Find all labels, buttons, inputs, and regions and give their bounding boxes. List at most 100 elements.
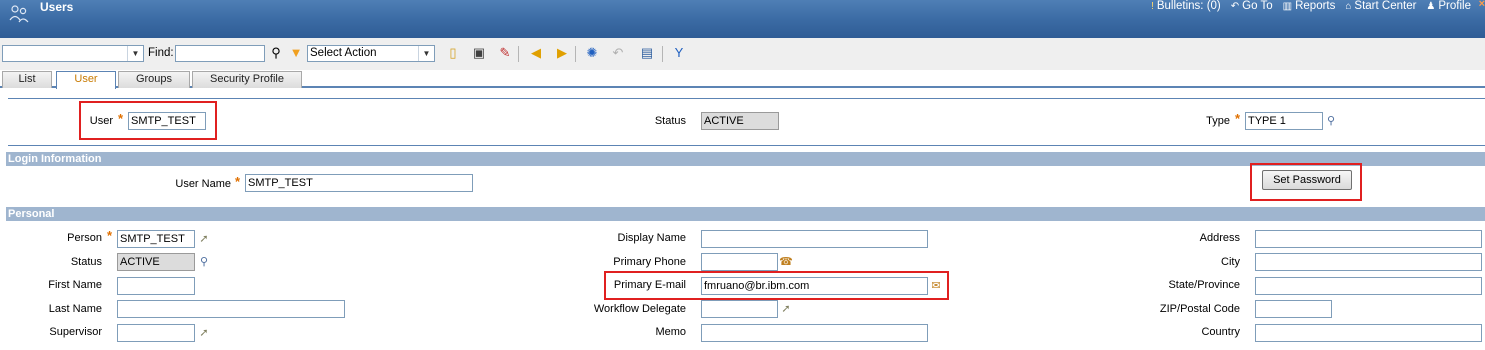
set-password-button[interactable]: Set Password [1262, 170, 1352, 190]
country-input[interactable] [1255, 324, 1482, 342]
country-label: Country [1201, 326, 1240, 338]
displayname-label: Display Name [617, 232, 686, 244]
firstname-label: First Name [48, 279, 102, 291]
personal-status-value: ACTIVE [117, 253, 195, 271]
firstname-input[interactable] [117, 277, 195, 295]
toolbar-divider [575, 46, 576, 62]
reports-label: Reports [1295, 0, 1336, 12]
bulletin-icon: ! [1151, 0, 1154, 12]
type-label: Type [1206, 115, 1230, 127]
duplicate-icon[interactable]: ▤ [638, 44, 656, 62]
user-label: User [89, 115, 113, 127]
phone-input[interactable] [701, 253, 778, 271]
new-record-icon[interactable]: ▯ [444, 44, 462, 62]
clear-changes-icon[interactable]: ✎ [496, 44, 514, 62]
divider [8, 145, 1485, 146]
personal-status-label: Status [70, 256, 102, 268]
toolbar-divider [662, 46, 663, 62]
select-action-dropdown[interactable]: Select Action ▼ [307, 45, 435, 62]
supervisor-label: Supervisor [49, 326, 102, 338]
delegate-input[interactable] [701, 300, 778, 318]
reports-icon: ▥ [1282, 0, 1293, 12]
detail-menu-icon[interactable]: ➚ [197, 326, 211, 340]
chevron-down-icon[interactable]: ▼ [127, 46, 143, 61]
tab-user[interactable]: User [56, 71, 116, 89]
detail-menu-icon[interactable]: ➚ [779, 302, 793, 316]
page-title: Users [40, 0, 74, 14]
users-app-icon [9, 5, 29, 23]
change-status-icon[interactable]: ✺ [583, 44, 601, 62]
required-marker: * [1235, 111, 1241, 126]
bulletins-link[interactable]: ! Bulletins: (0) [1151, 0, 1221, 12]
corner-close-icon[interactable]: × [1479, 0, 1485, 10]
start-center-label: Start Center [1354, 0, 1417, 12]
profile-label: Profile [1438, 0, 1471, 12]
tab-list[interactable]: List [2, 71, 52, 88]
email-input[interactable]: fmruano@br.ibm.com [701, 277, 928, 295]
binoculars-icon[interactable]: ⚲ [267, 44, 285, 62]
required-marker: * [118, 111, 124, 126]
email-lookup-icon[interactable]: ✉ [929, 279, 943, 293]
state-label: State/Province [1168, 279, 1240, 291]
displayname-input[interactable] [701, 230, 928, 248]
person-label: Person [67, 232, 102, 244]
chevron-down-icon[interactable]: ▼ [418, 46, 434, 61]
bulletins-label: Bulletins: (0) [1156, 0, 1221, 12]
top-navigation: ! Bulletins: (0) ↶ Go To ▥ Reports ⌂ Start C… [1151, 0, 1471, 12]
find-label: Find: [148, 47, 174, 59]
zip-label: ZIP/Postal Code [1159, 303, 1240, 315]
city-input[interactable] [1255, 253, 1482, 271]
workflow-icon[interactable]: Y [670, 44, 688, 62]
username-label: User Name [175, 178, 231, 190]
previous-record-icon[interactable]: ◀ [527, 44, 545, 62]
find-input[interactable] [175, 45, 265, 62]
username-input[interactable]: SMTP_TEST [245, 174, 473, 192]
home-icon: ⌂ [1345, 0, 1352, 12]
next-record-icon[interactable]: ▶ [553, 44, 571, 62]
required-marker: * [107, 228, 113, 243]
goto-icon: ↶ [1230, 0, 1240, 12]
start-center-link[interactable]: ⌂ Start Center [1345, 0, 1416, 12]
lastname-input[interactable] [117, 300, 345, 318]
profile-link[interactable]: ♟ Profile [1426, 0, 1471, 12]
required-marker: * [235, 174, 241, 189]
saved-query-select[interactable]: ▼ [2, 45, 144, 62]
person-input[interactable]: SMTP_TEST [117, 230, 195, 248]
zip-input[interactable] [1255, 300, 1332, 318]
state-input[interactable] [1255, 277, 1482, 295]
memo-label: Memo [655, 326, 686, 338]
goto-label: Go To [1242, 0, 1273, 12]
tab-groups[interactable]: Groups [118, 71, 190, 88]
status-value: ACTIVE [701, 112, 779, 130]
city-label: City [1221, 256, 1240, 268]
section-personal: Personal [6, 207, 1485, 221]
goto-link[interactable]: ↶ Go To [1231, 0, 1273, 12]
save-icon[interactable]: ▣ [470, 44, 488, 62]
phone-lookup-icon[interactable]: ☎ [779, 255, 793, 269]
supervisor-input[interactable] [117, 324, 195, 342]
user-input[interactable]: SMTP_TEST [128, 112, 206, 130]
title-bar: Users ! Bulletins: (0) ↶ Go To ▥ Reports ⌂ S… [0, 0, 1485, 38]
search-icon[interactable]: ⚲ [197, 255, 211, 269]
search-icon[interactable]: ⚲ [1324, 114, 1338, 128]
reports-link[interactable]: ▥ Reports [1283, 0, 1336, 12]
lastname-label: Last Name [48, 303, 102, 315]
type-input[interactable]: TYPE 1 [1245, 112, 1323, 130]
detail-menu-icon[interactable]: ➚ [197, 232, 211, 246]
toolbar: ▼ Find: ⚲ ▼ Select Action ▼ ▯ ▣ ✎ ◀ ▶ ✺ … [0, 38, 1485, 70]
tab-security-profile[interactable]: Security Profile [192, 71, 302, 88]
memo-input[interactable] [701, 324, 928, 342]
divider [8, 98, 1485, 99]
toolbar-divider [518, 46, 519, 62]
address-label: Address [1199, 232, 1240, 244]
delegate-label: Workflow Delegate [593, 303, 686, 315]
tab-bar: List User Groups Security Profile [0, 70, 1485, 89]
email-label: Primary E-mail [613, 279, 686, 291]
profile-icon: ♟ [1426, 0, 1436, 12]
undo-icon[interactable]: ↶ [609, 44, 627, 62]
action-arrow-icon: ▼ [289, 45, 303, 60]
select-action-value: Select Action [310, 47, 377, 59]
phone-label: Primary Phone [613, 256, 686, 268]
status-label: Status [654, 115, 686, 127]
address-input[interactable] [1255, 230, 1482, 248]
